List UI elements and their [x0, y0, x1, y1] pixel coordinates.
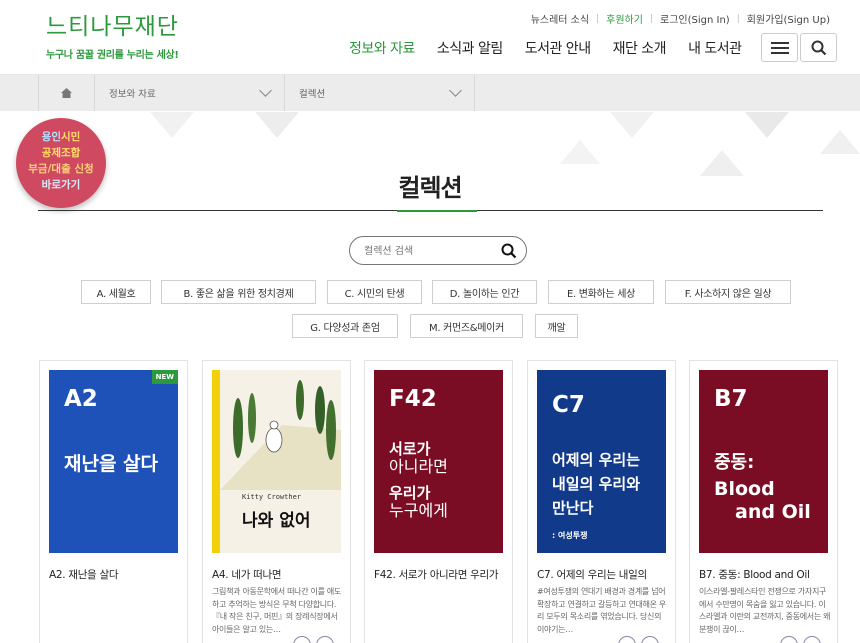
nav-library-guide[interactable]: 도서관 안내 — [525, 37, 591, 61]
cover-code: C7 — [552, 392, 585, 418]
circle-icon[interactable] — [293, 636, 311, 643]
logo-tagline: 누구나 꿈꿀 권리를 누리는 세상! — [46, 50, 179, 61]
title-accent-bar — [397, 210, 477, 212]
collection-name[interactable]: A4. 네가 떠나면 — [212, 567, 344, 582]
home-icon — [61, 88, 72, 98]
cover-title: 어제의 우리는 내일의 우리와 만난다 — [552, 451, 641, 517]
collection-cover[interactable]: Kitty Crowther 나와 없어 — [212, 370, 341, 553]
collection-cover[interactable]: A2 재난을 살다 NEW — [49, 370, 178, 553]
collection-description: 그림책과 아동문학에서 떠나간 이를 애도하고 추억하는 방식은 무척 다양합니… — [212, 587, 341, 634]
cover-title-c: 우리가 — [389, 484, 431, 502]
category-b[interactable]: B. 좋은 삶을 위한 정치경제 — [161, 280, 316, 304]
collection-cover[interactable]: B7 중동: Blood and Oil — [699, 370, 828, 553]
chevron-down-icon — [449, 84, 462, 97]
collection-description: #여성투쟁의 연대기 배경과 경계를 넘어 확장하고 연결하고 갈등하고 연대해… — [537, 587, 666, 634]
category-c[interactable]: C. 시민의 탄생 — [327, 280, 422, 304]
badge-line1b: 시민 — [61, 131, 81, 143]
donate-link[interactable]: 후원하기 — [606, 11, 643, 26]
nav-news[interactable]: 소식과 알림 — [437, 37, 503, 61]
separator: | — [649, 13, 653, 24]
newsletter-link[interactable]: 뉴스레터 소식 — [531, 11, 589, 26]
cover-title-c: and Oil — [735, 501, 811, 523]
circle-icon[interactable] — [803, 636, 821, 643]
site-header: 느티나무재단 누구나 꿈꿀 권리를 누리는 세상! 뉴스레터 소식 | 후원하기… — [0, 0, 860, 75]
collection-card[interactable]: A2 재난을 살다 NEW A2. 재난을 살다 — [39, 360, 188, 643]
category-m[interactable]: M. 커먼즈&메이커 — [410, 314, 523, 338]
collection-card[interactable]: C7 어제의 우리는 내일의 우리와 만난다 : 여성투쟁 C7. 어제의 우리… — [527, 360, 676, 643]
separator: | — [596, 13, 600, 24]
breadcrumb-level2-label: 컬렉션 — [299, 89, 326, 100]
signup-link[interactable]: 회원가입(Sign Up) — [747, 11, 830, 26]
main-nav: 정보와 자료 소식과 알림 도서관 안내 재단 소개 내 도서관 — [349, 37, 764, 61]
cover-author: Kitty Crowther — [242, 493, 302, 501]
cover-code: B7 — [714, 386, 748, 412]
category-e[interactable]: E. 변화하는 세상 — [548, 280, 654, 304]
collection-card[interactable]: Kitty Crowther 나와 없어 A4. 네가 떠나면 그림책과 아동문… — [202, 360, 351, 643]
breadcrumb: 정보와 자료 컬렉션 — [0, 75, 860, 111]
breadcrumb-level1-select[interactable]: 정보와 자료 — [95, 75, 285, 111]
category-g[interactable]: G. 다양성과 존엄 — [292, 314, 398, 338]
category-misc[interactable]: 깨알 — [535, 314, 578, 338]
cover-title-d: 누구에게 — [389, 501, 448, 520]
circle-icon[interactable] — [618, 636, 636, 643]
cover-title-b: 아니라면 — [389, 457, 448, 476]
circle-icon[interactable] — [316, 636, 334, 643]
circle-icon[interactable] — [641, 636, 659, 643]
collection-cover[interactable]: C7 어제의 우리는 내일의 우리와 만난다 : 여성투쟁 — [537, 370, 666, 553]
collection-cover[interactable]: F42 서로가 아니라면 우리가 누구에게 — [374, 370, 503, 553]
cover-title: 나와 없어 — [242, 511, 311, 531]
collection-name[interactable]: C7. 어제의 우리는 내일의 — [537, 567, 669, 582]
collection-card[interactable]: F42 서로가 아니라면 우리가 누구에게 F42. 서로가 아니라면 우리가 — [364, 360, 513, 643]
search-icon — [811, 40, 826, 55]
site-logo[interactable]: 느티나무재단 누구나 꿈꿀 권리를 누리는 세상! — [46, 14, 179, 61]
breadcrumb-level2-select[interactable]: 컬렉션 — [285, 75, 475, 111]
nav-my-library[interactable]: 내 도서관 — [688, 37, 742, 61]
collection-name[interactable]: F42. 서로가 아니라면 우리가 — [374, 567, 506, 582]
separator: | — [736, 13, 740, 24]
collection-search — [349, 236, 527, 265]
cover-code: F42 — [389, 386, 437, 412]
nav-info-resources[interactable]: 정보와 자료 — [349, 37, 415, 61]
nav-about[interactable]: 재단 소개 — [613, 37, 667, 61]
category-f[interactable]: F. 사소하지 않은 일상 — [665, 280, 791, 304]
category-d[interactable]: D. 놀이하는 인간 — [432, 280, 537, 304]
cover-title-a: 서로가 — [389, 440, 431, 458]
collection-search-input[interactable] — [364, 243, 494, 259]
badge-line1a: 용인 — [41, 131, 61, 143]
cover-subtitle: : 여성투쟁 — [552, 531, 588, 540]
collection-description: 이스라엘-팔레스타인 전쟁으로 가자지구에서 수만명이 목숨을 잃고 있습니다.… — [699, 587, 831, 634]
logo-text: 느티나무재단 — [46, 14, 179, 40]
login-link[interactable]: 로그인(Sign In) — [660, 11, 730, 26]
cover-title: 재난을 살다 — [64, 453, 159, 475]
badge-line2: 공제조합 — [41, 147, 81, 159]
category-a[interactable]: A. 세월호 — [81, 280, 151, 304]
collection-card[interactable]: B7 중동: Blood and Oil B7. 중동: Blood and O… — [689, 360, 838, 643]
cover-title-b: Blood — [714, 478, 775, 500]
hamburger-icon — [770, 39, 789, 57]
chevron-down-icon — [259, 84, 272, 97]
cover-title-a: 중동: — [714, 452, 755, 473]
collection-name[interactable]: A2. 재난을 살다 — [49, 567, 181, 582]
book-illustration — [220, 380, 341, 490]
collection-name[interactable]: B7. 중동: Blood and Oil — [699, 567, 831, 582]
page-title: 컬렉션 — [398, 174, 462, 202]
breadcrumb-level1-label: 정보와 자료 — [109, 89, 156, 100]
new-badge: NEW — [151, 370, 178, 384]
circle-icon[interactable] — [780, 636, 798, 643]
cover-code: A2 — [64, 386, 98, 412]
header-search-button[interactable] — [800, 33, 837, 62]
search-icon[interactable] — [501, 243, 517, 259]
utility-nav: 뉴스레터 소식 | 후원하기 | 로그인(Sign In) | 회원가입(Sig… — [531, 11, 830, 27]
home-button[interactable] — [39, 75, 95, 111]
menu-button[interactable] — [761, 33, 798, 62]
